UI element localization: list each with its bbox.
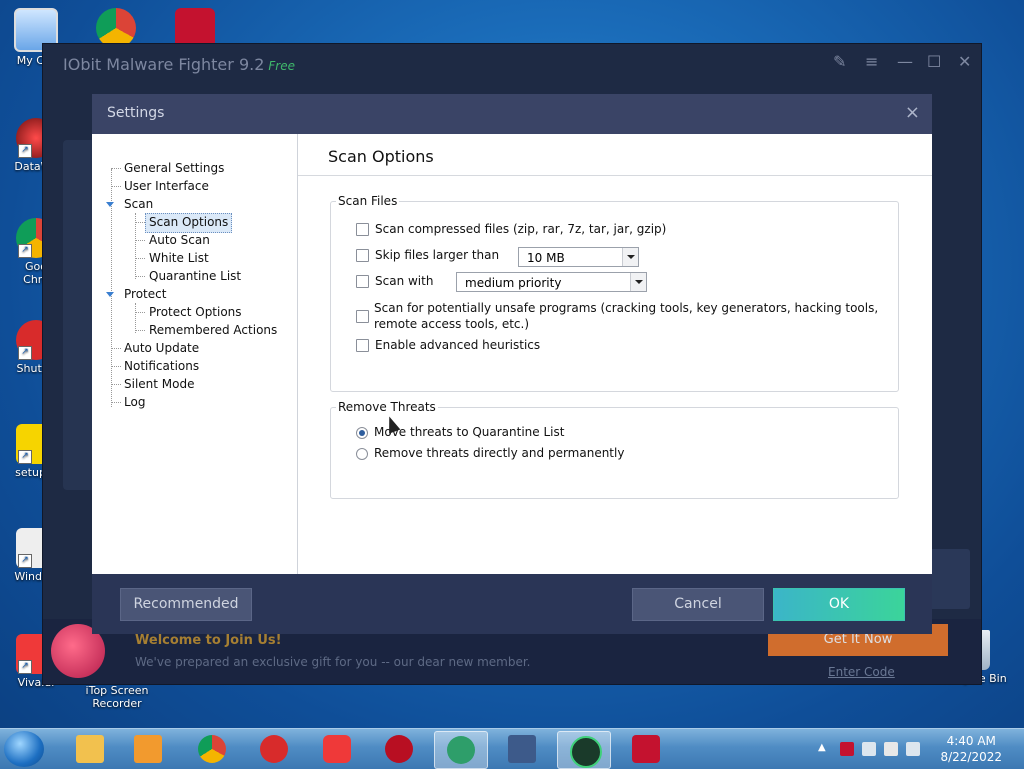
app-title: IObit Malware Fighter 9.2 Free [63,55,295,74]
quarantine-radio-label[interactable]: Move threats to Quarantine List [374,425,564,440]
settings-dialog: Settings × General Settings User Interfa… [92,94,932,634]
tree-item-quarantine-list[interactable]: Quarantine List [149,267,241,285]
chevron-down-icon [630,273,646,291]
ok-button[interactable]: OK [773,588,905,621]
uninstaller-icon [570,736,602,768]
file-size-value: 10 MB [527,251,565,265]
cancel-button[interactable]: Cancel [632,588,764,621]
expand-icon[interactable] [106,292,114,297]
taskbar: ▲ 4:40 AM 8/22/2022 [0,728,1024,769]
remove-threats-label: Remove Threats [336,400,438,414]
tree-item-auto-update[interactable]: Auto Update [124,339,199,357]
clock-time: 4:40 AM [946,734,996,748]
taskbar-chrome[interactable] [186,731,238,767]
taskbar-itop[interactable] [373,731,425,767]
tree-item-user-interface[interactable]: User Interface [124,177,209,195]
chevron-up-icon[interactable]: ▲ [818,742,832,756]
tree-item-remembered-actions[interactable]: Remembered Actions [149,321,277,339]
flag-icon[interactable] [884,742,898,756]
close-icon[interactable]: × [905,102,920,123]
itop-icon [175,8,215,48]
tree-item-protect-options[interactable]: Protect Options [149,303,242,321]
chrome-icon [198,735,226,763]
scan-with-checkbox[interactable] [356,275,369,288]
taskbar-vivaldi[interactable] [311,731,363,767]
divider [298,175,932,176]
tree-item-protect[interactable]: Protect [124,285,166,303]
taskbar-explorer[interactable] [64,731,116,767]
taskbar-iobit[interactable] [434,731,488,769]
dialog-body: General Settings User Interface Scan Sca… [92,134,932,574]
chrome-icon [96,8,136,48]
remove-permanently-label[interactable]: Remove threats directly and permanently [374,446,624,461]
system-tray: ▲ 4:40 AM 8/22/2022 [814,729,1024,769]
desktop-icon-itop-recorder[interactable]: iTop Screen Recorder [77,684,157,710]
skip-larger-checkbox[interactable] [356,249,369,262]
tree-item-general-settings[interactable]: General Settings [124,159,224,177]
recommended-button[interactable]: Recommended [120,588,252,621]
app-title-text: IObit Malware Fighter 9.2 [63,55,265,74]
dialog-title: Settings [107,105,165,121]
maximize-icon[interactable]: ☐ [927,52,941,71]
page-title: Scan Options [328,147,434,166]
minimize-icon[interactable]: — [897,52,913,71]
tree-item-auto-scan[interactable]: Auto Scan [149,231,210,249]
dialog-footer: Recommended Cancel OK [92,574,932,634]
recorder-icon [632,735,660,763]
skip-larger-label[interactable]: Skip files larger than [375,248,499,263]
unsafe-programs-label[interactable]: Scan for potentially unsafe programs (cr… [374,300,904,332]
shield-icon [447,736,475,764]
taskbar-iobit-uninstaller[interactable] [557,731,611,769]
remove-permanently-radio[interactable] [356,448,368,460]
close-icon[interactable]: ✕ [958,52,971,71]
media-player-icon [134,735,162,763]
start-button[interactable] [4,731,44,767]
heuristics-checkbox[interactable] [356,339,369,352]
chevron-down-icon [622,248,638,266]
volume-icon[interactable] [906,742,920,756]
promo-text: We've prepared an exclusive gift for you… [135,655,531,669]
settings-tree: General Settings User Interface Scan Sca… [92,134,298,574]
power-icon [260,735,288,763]
itop-icon [385,735,413,763]
folder-icon [76,735,104,763]
clock[interactable]: 4:40 AM 8/22/2022 [940,733,1002,765]
taskbar-shutdown[interactable] [248,731,300,767]
dialog-header: Settings × [92,94,932,134]
taskbar-recorder[interactable] [620,731,672,767]
tree-item-white-list[interactable]: White List [149,249,209,267]
network-icon[interactable] [862,742,876,756]
scan-files-label: Scan Files [336,194,400,208]
recorder-tray-icon[interactable] [840,742,854,756]
feedback-icon[interactable]: ✎ [833,52,846,71]
file-size-select[interactable]: 10 MB [518,247,639,267]
tree-item-scan[interactable]: Scan [124,195,153,213]
tree-item-log[interactable]: Log [124,393,145,411]
heuristics-label[interactable]: Enable advanced heuristics [375,338,540,353]
clock-date: 8/22/2022 [940,750,1002,764]
enter-code-link[interactable]: Enter Code [828,665,895,679]
unsafe-programs-checkbox[interactable] [356,310,369,323]
priority-select[interactable]: medium priority [456,272,647,292]
scan-options-panel: Scan Options Scan Files Scan compressed … [298,134,932,574]
expand-icon[interactable] [106,202,114,207]
desktop-icon-label: iTop Screen Recorder [85,684,149,710]
scan-with-label[interactable]: Scan with [375,274,433,289]
taskbar-app[interactable] [496,731,548,767]
vivaldi-icon [323,735,351,763]
taskbar-media[interactable] [122,731,174,767]
tree-item-silent-mode[interactable]: Silent Mode [124,375,195,393]
app-icon [508,735,536,763]
tree-item-notifications[interactable]: Notifications [124,357,199,375]
menu-icon[interactable]: ≡ [865,52,878,71]
priority-value: medium priority [465,276,562,290]
tree-item-scan-options[interactable]: Scan Options [145,213,233,233]
scan-compressed-label[interactable]: Scan compressed files (zip, rar, 7z, tar… [375,222,666,237]
quarantine-radio[interactable] [356,427,368,439]
edition-badge: Free [268,59,295,73]
promo-heading: Welcome to Join Us! [135,633,282,648]
scan-compressed-checkbox[interactable] [356,223,369,236]
